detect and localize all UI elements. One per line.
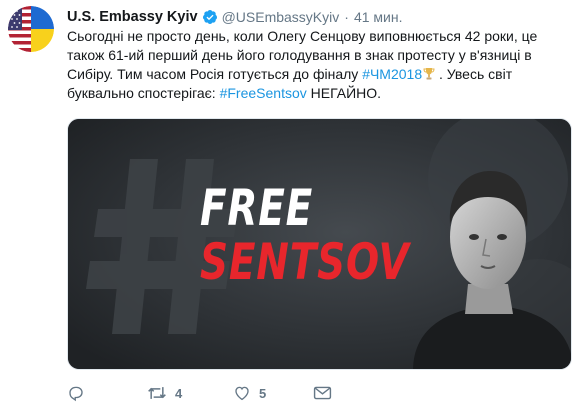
tweet-actions: 4 5 (0, 380, 586, 406)
envelope-icon (313, 385, 332, 401)
tweet-text: Сьогодні не просто день, коли Олегу Сенц… (67, 27, 567, 103)
tweet-text-segment: НЕГАЙНО. (306, 85, 382, 101)
hashtag-link-chm2018[interactable]: #ЧМ2018 (362, 66, 422, 82)
timestamp[interactable]: 41 мин. (354, 9, 403, 25)
tweet[interactable]: U.S. Embassy Kyiv @USEmbassyKyiv · 41 ми… (0, 0, 586, 412)
retweet-count: 4 (175, 385, 183, 401)
separator-dot: · (344, 9, 349, 25)
tweet-media-image[interactable]: FREE SENTSOV (67, 118, 572, 370)
display-name[interactable]: U.S. Embassy Kyiv (67, 9, 198, 25)
tweet-text-line: також 61-ий перший день його голодування… (67, 47, 532, 63)
tweet-text-line: Сьогодні не просто день, коли Олегу Сенц… (67, 28, 538, 44)
tweet-header: U.S. Embassy Kyiv @USEmbassyKyiv · 41 ми… (67, 7, 402, 27)
verified-badge-icon (202, 9, 218, 25)
retweet-button[interactable]: 4 (147, 380, 182, 406)
retweet-icon (147, 384, 167, 402)
trophy-icon (423, 67, 435, 81)
user-handle[interactable]: @USEmbassyKyiv (222, 9, 340, 25)
hashtag-link-freesentsov[interactable]: #FreeSentsov (220, 85, 307, 101)
heart-icon (233, 384, 251, 402)
tweet-text-line: Сибіру. Тим часом Росія готується до фін… (67, 65, 567, 84)
reply-button[interactable] (67, 380, 85, 406)
tweet-text-segment: Сибіру. Тим часом Росія готується до фін… (67, 66, 363, 82)
reply-icon (67, 384, 85, 402)
like-button[interactable]: 5 (233, 380, 266, 406)
us-ukraine-flag-icon (8, 6, 54, 52)
media-text-sentsov: SENTSOV (200, 233, 410, 291)
direct-message-button[interactable] (313, 380, 332, 406)
media-caption: FREE SENTSOV (200, 183, 469, 287)
like-count: 5 (259, 385, 267, 401)
media-text-free: FREE (200, 179, 314, 237)
tweet-text-segment: . Увесь світ (435, 66, 513, 82)
tweet-text-segment: буквально спостерігає: (67, 85, 220, 101)
avatar[interactable] (8, 6, 54, 52)
tweet-text-line: буквально спостерігає: #FreeSentsov НЕГА… (67, 84, 567, 103)
